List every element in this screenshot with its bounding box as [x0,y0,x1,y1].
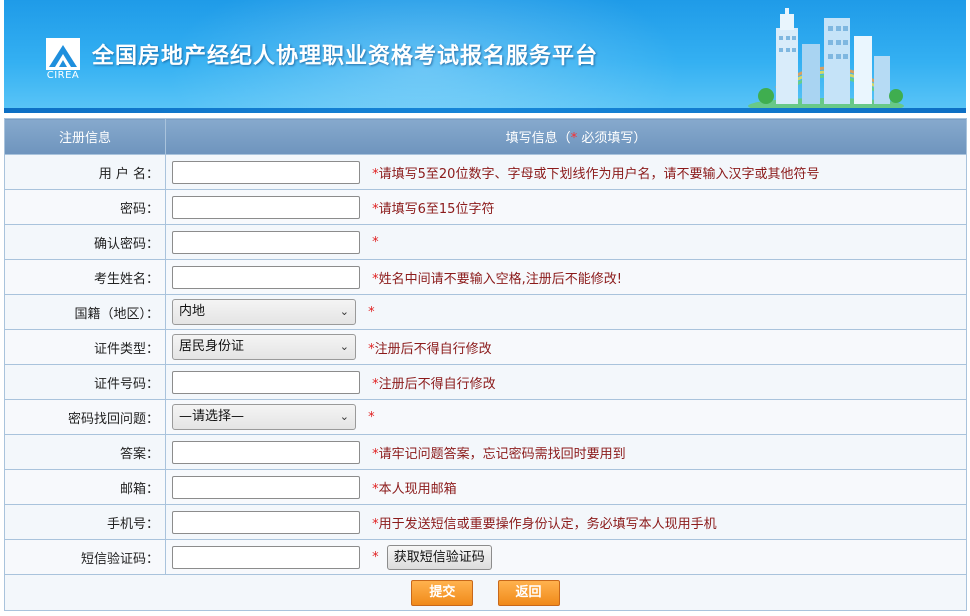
id-type-hint: *注册后不得自行修改 [368,338,492,357]
mobile-label: 手机号： [4,504,166,540]
id-number-hint-text: 注册后不得自行修改 [378,376,496,392]
security-question-select[interactable]: —请选择— ⌄ [172,404,356,430]
security-question-label: 密码找回问题： [4,399,166,435]
password-hint-text: 请填写6至15位字符 [378,201,495,217]
username-input[interactable] [172,160,360,184]
name-hint: *姓名中间请不要输入空格,注册后不能修改! [372,268,622,287]
header-fill-info: 填写信息（* 必须填写） [165,118,967,155]
form-row-sms-code: 短信验证码： * 获取短信验证码 [4,539,967,575]
answer-cell: *请牢记问题答案，忘记密码需找回时要用到 [165,434,967,470]
banner-bottom-bar [4,108,966,113]
chevron-down-icon: ⌄ [339,410,349,423]
username-hint-text: 请填写5至20位数字、字母或下划线作为用户名，请不要输入汉字或其他符号 [378,166,820,182]
mobile-cell: *用于发送短信或重要操作身份认定，务必填写本人现用手机 [165,504,967,540]
username-label: 用 户 名： [4,154,166,190]
sms-code-input[interactable] [172,545,360,569]
id-type-selected: 居民身份证 [179,339,245,354]
form-row-confirm-password: 确认密码： * [4,224,967,260]
table-header-row: 注册信息 填写信息（* 必须填写） [4,118,967,155]
username-hint: *请填写5至20位数字、字母或下划线作为用户名，请不要输入汉字或其他符号 [372,163,819,182]
password-hint: *请填写6至15位字符 [372,198,494,217]
name-label: 考生姓名： [4,259,166,295]
form-row-id-number: 证件号码： *注册后不得自行修改 [4,364,967,400]
required-star: * [372,549,379,565]
username-cell: *请填写5至20位数字、字母或下划线作为用户名，请不要输入汉字或其他符号 [165,154,967,190]
form-row-security-question: 密码找回问题： —请选择— ⌄ * [4,399,967,435]
id-number-label: 证件号码： [4,364,166,400]
sms-code-cell: * 获取短信验证码 [165,539,967,575]
site-title: 全国房地产经纪人协理职业资格考试报名服务平台 [92,44,599,69]
password-label: 密码： [4,189,166,225]
nationality-cell: 内地 ⌄ * [165,294,967,330]
email-label: 邮箱： [4,469,166,505]
header-required-label: 必须填写） [577,131,647,146]
form-row-password: 密码： *请填写6至15位字符 [4,189,967,225]
security-question-hint: * [368,410,375,425]
name-hint-text: 姓名中间请不要输入空格,注册后不能修改! [378,271,622,287]
name-cell: *姓名中间请不要输入空格,注册后不能修改! [165,259,967,295]
sms-code-star: * [372,550,379,565]
required-star: * [368,304,375,320]
form-row-email: 邮箱： *本人现用邮箱 [4,469,967,505]
email-hint: *本人现用邮箱 [372,478,457,497]
action-row: 提交 返回 [4,574,967,611]
header-fill-label: 填写信息（ [505,131,571,146]
name-input[interactable] [172,265,360,289]
security-question-selected: —请选择— [179,409,245,424]
nationality-selected: 内地 [179,304,206,319]
nationality-select[interactable]: 内地 ⌄ [172,299,356,325]
confirm-password-cell: * [165,224,967,260]
id-number-cell: *注册后不得自行修改 [165,364,967,400]
mobile-input[interactable] [172,510,360,534]
email-cell: *本人现用邮箱 [165,469,967,505]
logo-text: CIREA [46,70,80,81]
form-row-name: 考生姓名： *姓名中间请不要输入空格,注册后不能修改! [4,259,967,295]
cirea-logo-icon: CIREA [45,37,81,83]
get-sms-code-button[interactable]: 获取短信验证码 [386,544,492,570]
action-cell: 提交 返回 [4,574,967,611]
form-row-mobile: 手机号： *用于发送短信或重要操作身份认定，务必填写本人现用手机 [4,504,967,540]
id-type-hint-text: 注册后不得自行修改 [374,341,492,357]
password-input[interactable] [172,195,360,219]
back-button[interactable]: 返回 [497,579,560,606]
form-row-username: 用 户 名： *请填写5至20位数字、字母或下划线作为用户名，请不要输入汉字或其… [4,154,967,190]
chevron-down-icon: ⌄ [339,305,349,318]
id-number-input[interactable] [172,370,360,394]
sms-code-label: 短信验证码： [4,539,166,575]
id-number-hint: *注册后不得自行修改 [372,373,496,392]
form-row-answer: 答案： *请牢记问题答案，忘记密码需找回时要用到 [4,434,967,470]
answer-input[interactable] [172,440,360,464]
id-type-select[interactable]: 居民身份证 ⌄ [172,334,356,360]
email-input[interactable] [172,475,360,499]
nationality-label: 国籍（地区）： [4,294,166,330]
id-type-cell: 居民身份证 ⌄ *注册后不得自行修改 [165,329,967,365]
header-banner: CIREA 全国房地产经纪人协理职业资格考试报名服务平台 [4,0,966,113]
mobile-hint-text: 用于发送短信或重要操作身份认定，务必填写本人现用手机 [378,516,717,532]
chevron-down-icon: ⌄ [339,340,349,353]
city-skyline-icon [748,8,904,110]
answer-hint: *请牢记问题答案，忘记密码需找回时要用到 [372,443,626,462]
required-star: * [368,409,375,425]
security-question-cell: —请选择— ⌄ * [165,399,967,435]
mobile-hint: *用于发送短信或重要操作身份认定，务必填写本人现用手机 [372,513,717,532]
form-row-id-type: 证件类型： 居民身份证 ⌄ *注册后不得自行修改 [4,329,967,365]
answer-hint-text: 请牢记问题答案，忘记密码需找回时要用到 [378,446,626,462]
nationality-hint: * [368,305,375,320]
password-cell: *请填写6至15位字符 [165,189,967,225]
confirm-password-input[interactable] [172,230,360,254]
submit-button[interactable]: 提交 [411,579,474,606]
answer-label: 答案： [4,434,166,470]
header-register-info: 注册信息 [4,118,166,155]
form-row-nationality: 国籍（地区）： 内地 ⌄ * [4,294,967,330]
required-star: * [372,234,379,250]
confirm-password-hint: * [372,235,379,250]
id-type-label: 证件类型： [4,329,166,365]
email-hint-text: 本人现用邮箱 [378,481,457,497]
confirm-password-label: 确认密码： [4,224,166,260]
registration-form: 注册信息 填写信息（* 必须填写） 用 户 名： *请填写5至20位数字、字母或… [4,118,967,611]
